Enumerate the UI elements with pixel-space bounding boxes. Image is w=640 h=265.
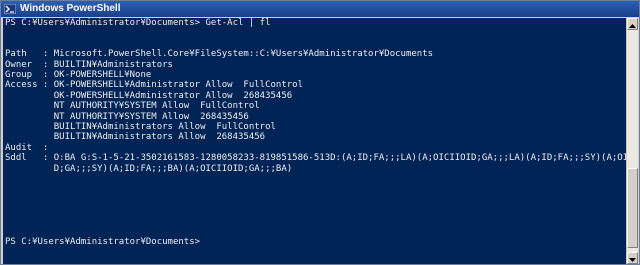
console-line: Audit : [5,142,49,153]
console-line: PS C:¥Users¥Administrator¥Documents> [5,236,201,247]
console-line: NT AUTHORITY¥SYSTEM Allow 268435456 [5,111,249,122]
console-line: BUILTIN¥Administrators Allow FullControl [5,122,276,133]
window-title: Windows PowerShell [20,3,121,14]
console-area[interactable]: PS C:¥Users¥Administrator¥Documents> Get… [3,18,626,264]
console-line: NT AUTHORITY¥SYSTEM Allow FullControl [5,101,260,112]
vertical-scrollbar[interactable] [626,18,638,264]
console-line: Group : OK-POWERSHELL¥None [5,70,152,81]
scroll-thumb[interactable] [627,168,638,248]
scroll-up-button[interactable] [627,18,638,30]
arrow-down-icon [629,249,636,264]
console-line: D;GA;;;SY)(A;ID;FA;;;BA)(A;OICIIOID;GA;;… [5,163,293,174]
powershell-window: Windows PowerShell PS C:¥Users¥Administr… [0,0,640,265]
console-line: OK-POWERSHELL¥Administrator Allow 268435… [5,90,293,101]
console-line: Sddl : O:BA G:S-1-5-21-3502161583-128005… [5,153,626,164]
title-bar[interactable]: Windows PowerShell [1,1,639,17]
arrow-up-icon [629,15,636,33]
scroll-down-button[interactable] [627,252,638,264]
console-line: Access : OK-POWERSHELL¥Administrator All… [5,80,304,91]
console-output: PS C:¥Users¥Administrator¥Documents> Get… [5,18,626,247]
console-line: Owner : BUILTIN¥Administrators [5,59,173,70]
powershell-icon [4,4,16,15]
console-line: BUILTIN¥Administrators Allow 268435456 [5,132,266,143]
console-line: PS C:¥Users¥Administrator¥Documents> Get… [5,18,271,28]
console-line: Path : Microsoft.PowerShell.Core¥FileSys… [5,49,434,60]
